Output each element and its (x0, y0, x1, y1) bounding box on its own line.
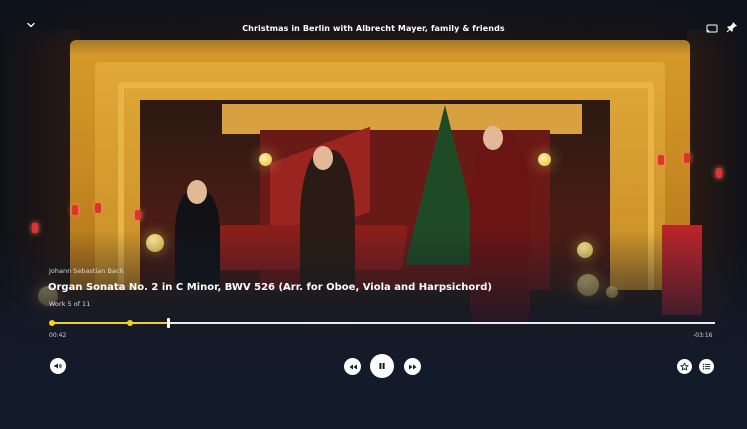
pause-icon (379, 363, 385, 369)
chapter-marker[interactable] (127, 320, 133, 326)
candle (716, 168, 722, 178)
composer-name: Johann Sebastian Bach (49, 267, 124, 275)
work-title: Organ Sonata No. 2 in C Minor, BWV 526 (… (48, 282, 492, 293)
remaining-time: -03:16 (693, 332, 713, 339)
cast-icon[interactable] (706, 19, 718, 33)
volume-button[interactable] (50, 358, 66, 374)
pin-icon[interactable] (726, 18, 738, 33)
work-position: Work 5 of 11 (49, 300, 91, 308)
candle (135, 210, 141, 220)
chapter-marker[interactable] (49, 320, 55, 326)
elapsed-time: 00:42 (49, 332, 67, 339)
progress-handle[interactable] (167, 318, 170, 328)
top-bar: Christmas in Berlin with Albrecht Mayer,… (0, 0, 747, 56)
list-icon (702, 363, 711, 370)
violist-head (313, 146, 333, 170)
harpsichordist-head (187, 180, 207, 204)
light-orb (259, 153, 272, 166)
candle (95, 203, 101, 213)
video-player: Christmas in Berlin with Albrecht Mayer,… (0, 0, 747, 429)
volume-icon (54, 363, 62, 369)
next-icon (408, 364, 416, 369)
light-orb (538, 153, 551, 166)
previous-icon (349, 364, 357, 369)
play-pause-button[interactable] (370, 354, 394, 378)
candle (684, 153, 690, 163)
queue-button[interactable] (699, 359, 714, 374)
previous-button[interactable] (344, 358, 361, 375)
candle (72, 205, 78, 215)
candle (658, 155, 664, 165)
progress-fill (51, 322, 168, 324)
star-icon (680, 362, 689, 371)
bottom-gradient-overlay (0, 230, 747, 429)
favorite-button[interactable] (677, 359, 692, 374)
oboist-head (483, 126, 503, 150)
playlist-title: Christmas in Berlin with Albrecht Mayer,… (242, 24, 505, 33)
next-button[interactable] (404, 358, 421, 375)
